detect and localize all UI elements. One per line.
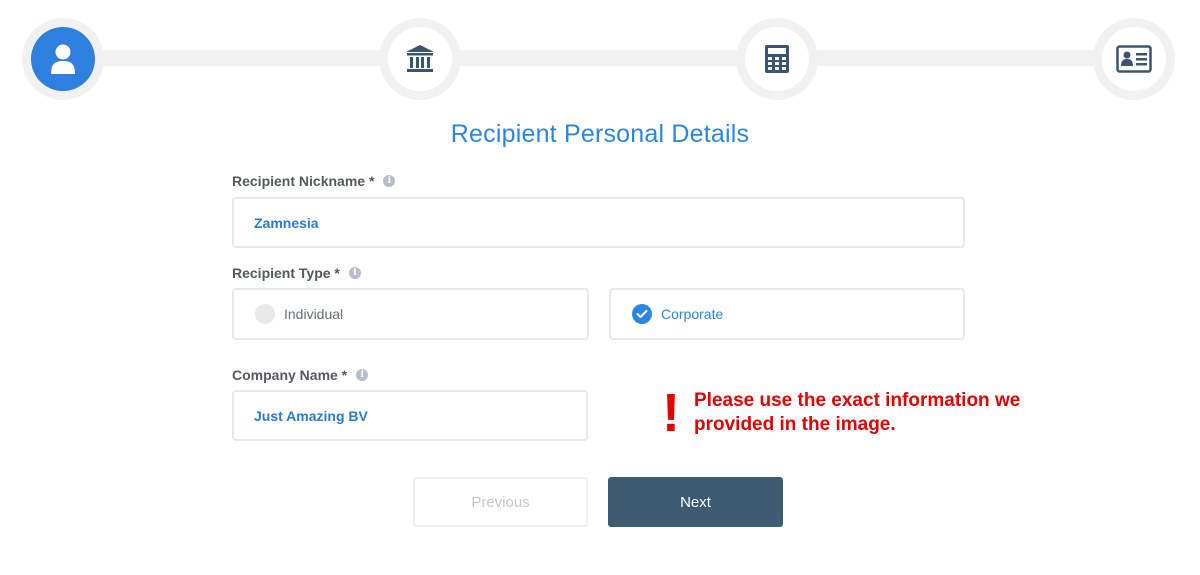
nickname-label-text: Recipient Nickname * bbox=[232, 173, 375, 189]
company-name-label: Company Name * i bbox=[232, 367, 369, 383]
recipient-type-individual-option[interactable]: Individual bbox=[232, 288, 589, 340]
bank-icon bbox=[404, 43, 436, 75]
radio-unchecked-icon bbox=[255, 304, 275, 324]
recipient-type-label: Recipient Type * i bbox=[232, 265, 361, 281]
radio-checked-icon bbox=[632, 304, 652, 324]
company-name-input[interactable]: Just Amazing BV bbox=[232, 390, 588, 441]
stepper-track bbox=[64, 50, 1134, 66]
step-amount[interactable] bbox=[736, 18, 818, 100]
step-bank-details[interactable] bbox=[379, 18, 461, 100]
id-card-icon bbox=[1116, 45, 1152, 73]
exclamation-icon: ! bbox=[662, 383, 680, 443]
nickname-label: Recipient Nickname * i bbox=[232, 173, 396, 189]
recipient-type-corporate-option[interactable]: Corporate bbox=[609, 288, 965, 340]
info-icon[interactable]: i bbox=[348, 267, 361, 279]
info-icon[interactable]: i bbox=[383, 175, 396, 187]
recipient-type-label-text: Recipient Type * bbox=[232, 265, 340, 281]
next-button[interactable]: Next bbox=[608, 477, 783, 527]
warning-message: Please use the exact information we prov… bbox=[694, 390, 1021, 435]
corporate-option-label: Corporate bbox=[661, 306, 724, 322]
user-icon bbox=[50, 43, 76, 75]
nickname-input[interactable]: Zamnesia bbox=[232, 197, 965, 248]
recipient-form-page: Recipient Personal Details Recipient Nic… bbox=[0, 0, 1200, 575]
step-personal-details[interactable] bbox=[22, 18, 104, 100]
calculator-icon bbox=[764, 44, 790, 74]
previous-button[interactable]: Previous bbox=[413, 477, 588, 527]
info-icon[interactable]: i bbox=[356, 369, 369, 381]
company-name-label-text: Company Name * bbox=[232, 367, 348, 383]
individual-option-label: Individual bbox=[284, 306, 344, 322]
step-review[interactable] bbox=[1093, 18, 1175, 100]
page-title: Recipient Personal Details bbox=[450, 120, 750, 148]
